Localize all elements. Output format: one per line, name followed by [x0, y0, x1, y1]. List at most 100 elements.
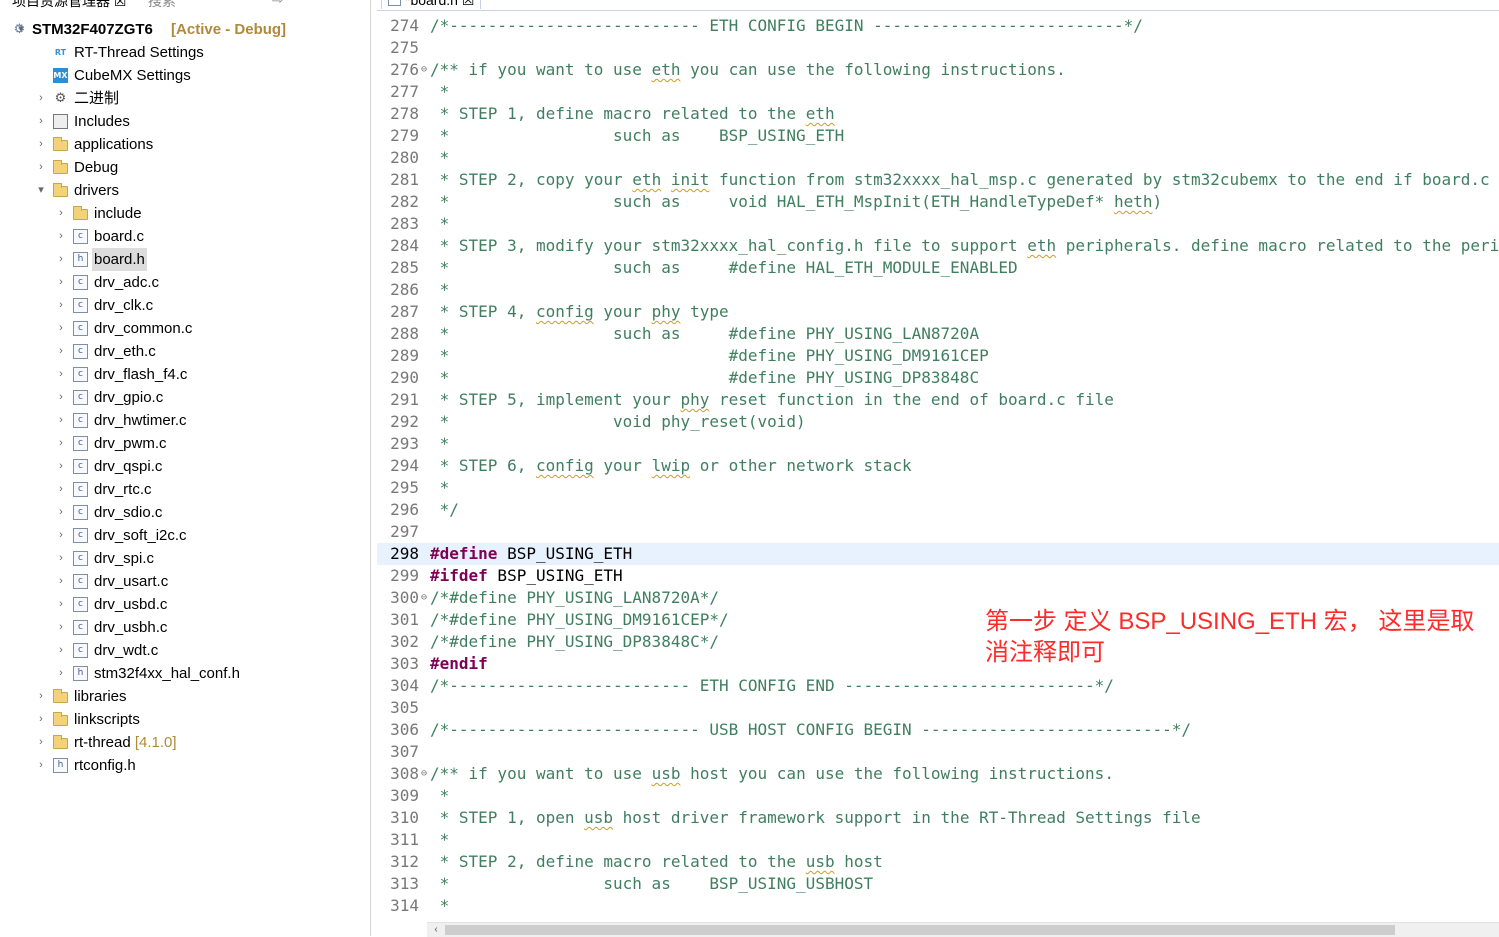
code-line[interactable]: 289 * #define PHY_USING_DM9161CEP	[377, 345, 1499, 367]
tree-item-board-c[interactable]: › c board.c	[0, 225, 370, 248]
code-editor[interactable]: *board.h ☒ 274 /*------------------------…	[377, 0, 1499, 936]
chevron-right-icon[interactable]: ›	[56, 501, 66, 524]
tab-search[interactable]: 搜索	[148, 0, 176, 11]
fold-collapse-icon[interactable]: ⊖	[419, 587, 429, 609]
tree-item-drv-adc-c[interactable]: › c drv_adc.c	[0, 271, 370, 294]
chevron-right-icon[interactable]: ›	[56, 202, 66, 225]
code-line[interactable]: 281 * STEP 2, copy your eth init functio…	[377, 169, 1499, 191]
code-line[interactable]: 295 *	[377, 477, 1499, 499]
tree-item-drv-qspi-c[interactable]: › c drv_qspi.c	[0, 455, 370, 478]
chevron-right-icon[interactable]: ›	[56, 432, 66, 455]
code-line[interactable]: 280 *	[377, 147, 1499, 169]
tree-item-drv-sdio-c[interactable]: › c drv_sdio.c	[0, 501, 370, 524]
chevron-right-icon[interactable]: ›	[56, 570, 66, 593]
chevron-right-icon[interactable]: ›	[36, 754, 46, 777]
code-line[interactable]: 294 * STEP 6, config your lwip or other …	[377, 455, 1499, 477]
code-line[interactable]: 275	[377, 37, 1499, 59]
tree-item-drv-pwm-c[interactable]: › c drv_pwm.c	[0, 432, 370, 455]
tree-item-drv-usbh-c[interactable]: › c drv_usbh.c	[0, 616, 370, 639]
chevron-right-icon[interactable]: ›	[36, 133, 46, 156]
code-area[interactable]: 274 /*-------------------------- ETH CONF…	[377, 15, 1499, 917]
code-line[interactable]: 308 ⊖/** if you want to use usb host you …	[377, 763, 1499, 785]
tree-item-include[interactable]: › include	[0, 202, 370, 225]
code-line[interactable]: 277 *	[377, 81, 1499, 103]
fold-collapse-icon[interactable]: ⊖	[419, 59, 429, 81]
tree-item-drv-usart-c[interactable]: › c drv_usart.c	[0, 570, 370, 593]
tree-item-drv-common-c[interactable]: › c drv_common.c	[0, 317, 370, 340]
tree-item-drv-hwtimer-c[interactable]: › c drv_hwtimer.c	[0, 409, 370, 432]
code-line[interactable]: 283 *	[377, 213, 1499, 235]
chevron-right-icon[interactable]: ›	[56, 317, 66, 340]
code-line[interactable]: 297	[377, 521, 1499, 543]
code-line[interactable]: 296 */	[377, 499, 1499, 521]
chevron-right-icon[interactable]: ›	[56, 616, 66, 639]
tree-item-drv-clk-c[interactable]: › c drv_clk.c	[0, 294, 370, 317]
code-line[interactable]: 307	[377, 741, 1499, 763]
tree-item-drv-soft-i2c-c[interactable]: › c drv_soft_i2c.c	[0, 524, 370, 547]
chevron-right-icon[interactable]: ›	[56, 455, 66, 478]
chevron-right-icon[interactable]: ›	[56, 524, 66, 547]
chevron-right-icon[interactable]: ›	[56, 409, 66, 432]
tree-item-cubemx-settings[interactable]: MX CubeMX Settings	[0, 64, 370, 87]
tree-item-drv-wdt-c[interactable]: › c drv_wdt.c	[0, 639, 370, 662]
tree-item-rtconfig-h[interactable]: › h rtconfig.h	[0, 754, 370, 777]
tree-item-libraries[interactable]: › libraries	[0, 685, 370, 708]
tree-item-applications[interactable]: › applications	[0, 133, 370, 156]
chevron-right-icon[interactable]: ›	[56, 225, 66, 248]
tree-item-stm32f407zgt6[interactable]: ▾ ⚙ STM32F407ZGT6 [Active - Debug]	[0, 18, 370, 41]
chevron-right-icon[interactable]: ›	[56, 340, 66, 363]
chevron-right-icon[interactable]: ›	[56, 639, 66, 662]
tree-item-drv-usbd-c[interactable]: › c drv_usbd.c	[0, 593, 370, 616]
code-line[interactable]: 312 * STEP 2, define macro related to th…	[377, 851, 1499, 873]
tree-item-rt-thread[interactable]: › rt-thread [4.1.0]	[0, 731, 370, 754]
scroll-left-icon[interactable]: ‹	[429, 923, 443, 937]
tree-item-linkscripts[interactable]: › linkscripts	[0, 708, 370, 731]
chevron-right-icon[interactable]: ›	[56, 386, 66, 409]
tree-item-[interactable]: › ⚙ 二进制	[0, 87, 370, 110]
tree-item-board-h[interactable]: › h board.h	[0, 248, 370, 271]
chevron-right-icon[interactable]: ›	[56, 662, 66, 685]
code-line[interactable]: 274 /*-------------------------- ETH CONF…	[377, 15, 1499, 37]
code-line[interactable]: 314 *	[377, 895, 1499, 917]
tree-item-drv-spi-c[interactable]: › c drv_spi.c	[0, 547, 370, 570]
code-line[interactable]: 291 * STEP 5, implement your phy reset f…	[377, 389, 1499, 411]
code-line[interactable]: 311 *	[377, 829, 1499, 851]
tree-item-drv-rtc-c[interactable]: › c drv_rtc.c	[0, 478, 370, 501]
code-line[interactable]: 286 *	[377, 279, 1499, 301]
chevron-right-icon[interactable]: ›	[36, 87, 46, 110]
horizontal-scrollbar[interactable]: ‹	[427, 922, 1499, 937]
code-line[interactable]: 293 *	[377, 433, 1499, 455]
code-line[interactable]: 282 * such as void HAL_ETH_MspInit(ETH_H…	[377, 191, 1499, 213]
code-line[interactable]: 292 * void phy_reset(void)	[377, 411, 1499, 433]
code-line[interactable]: 287 * STEP 4, config your phy type	[377, 301, 1499, 323]
tree-item-stm32f4xx-hal-conf-h[interactable]: › h stm32f4xx_hal_conf.h	[0, 662, 370, 685]
code-line[interactable]: 298 #define BSP_USING_ETH	[377, 543, 1499, 565]
chevron-right-icon[interactable]: ›	[36, 731, 46, 754]
chevron-right-icon[interactable]: ›	[56, 547, 66, 570]
code-line[interactable]: 290 * #define PHY_USING_DP83848C	[377, 367, 1499, 389]
tree-item-rt-thread-settings[interactable]: RT RT-Thread Settings	[0, 41, 370, 64]
tab-project-explorer[interactable]: 项目资源管理器 ☒	[12, 0, 126, 11]
chevron-right-icon[interactable]: ›	[36, 156, 46, 179]
panel-toolbar-icon[interactable]: ⇨	[272, 0, 284, 8]
tree-item-debug[interactable]: › Debug	[0, 156, 370, 179]
tree-item-drv-eth-c[interactable]: › c drv_eth.c	[0, 340, 370, 363]
code-line[interactable]: 276 ⊖/** if you want to use eth you can u…	[377, 59, 1499, 81]
tree-item-drv-gpio-c[interactable]: › c drv_gpio.c	[0, 386, 370, 409]
code-line[interactable]: 278 * STEP 1, define macro related to th…	[377, 103, 1499, 125]
chevron-right-icon[interactable]: ›	[36, 685, 46, 708]
code-line[interactable]: 284 * STEP 3, modify your stm32xxxx_hal_…	[377, 235, 1499, 257]
chevron-right-icon[interactable]: ›	[56, 271, 66, 294]
tree-item-drv-flash-f4-c[interactable]: › c drv_flash_f4.c	[0, 363, 370, 386]
code-line[interactable]: 299 #ifdef BSP_USING_ETH	[377, 565, 1499, 587]
code-line[interactable]: 285 * such as #define HAL_ETH_MODULE_ENA…	[377, 257, 1499, 279]
code-line[interactable]: 313 * such as BSP_USING_USBHOST	[377, 873, 1499, 895]
scrollbar-thumb[interactable]	[445, 925, 1395, 935]
code-line[interactable]: 306 /*-------------------------- USB HOST…	[377, 719, 1499, 741]
chevron-right-icon[interactable]: ›	[56, 294, 66, 317]
chevron-right-icon[interactable]: ›	[36, 110, 46, 133]
chevron-right-icon[interactable]: ›	[56, 363, 66, 386]
tree-item-drivers[interactable]: ▾ drivers	[0, 179, 370, 202]
code-line[interactable]: 288 * such as #define PHY_USING_LAN8720A	[377, 323, 1499, 345]
chevron-right-icon[interactable]: ›	[56, 478, 66, 501]
